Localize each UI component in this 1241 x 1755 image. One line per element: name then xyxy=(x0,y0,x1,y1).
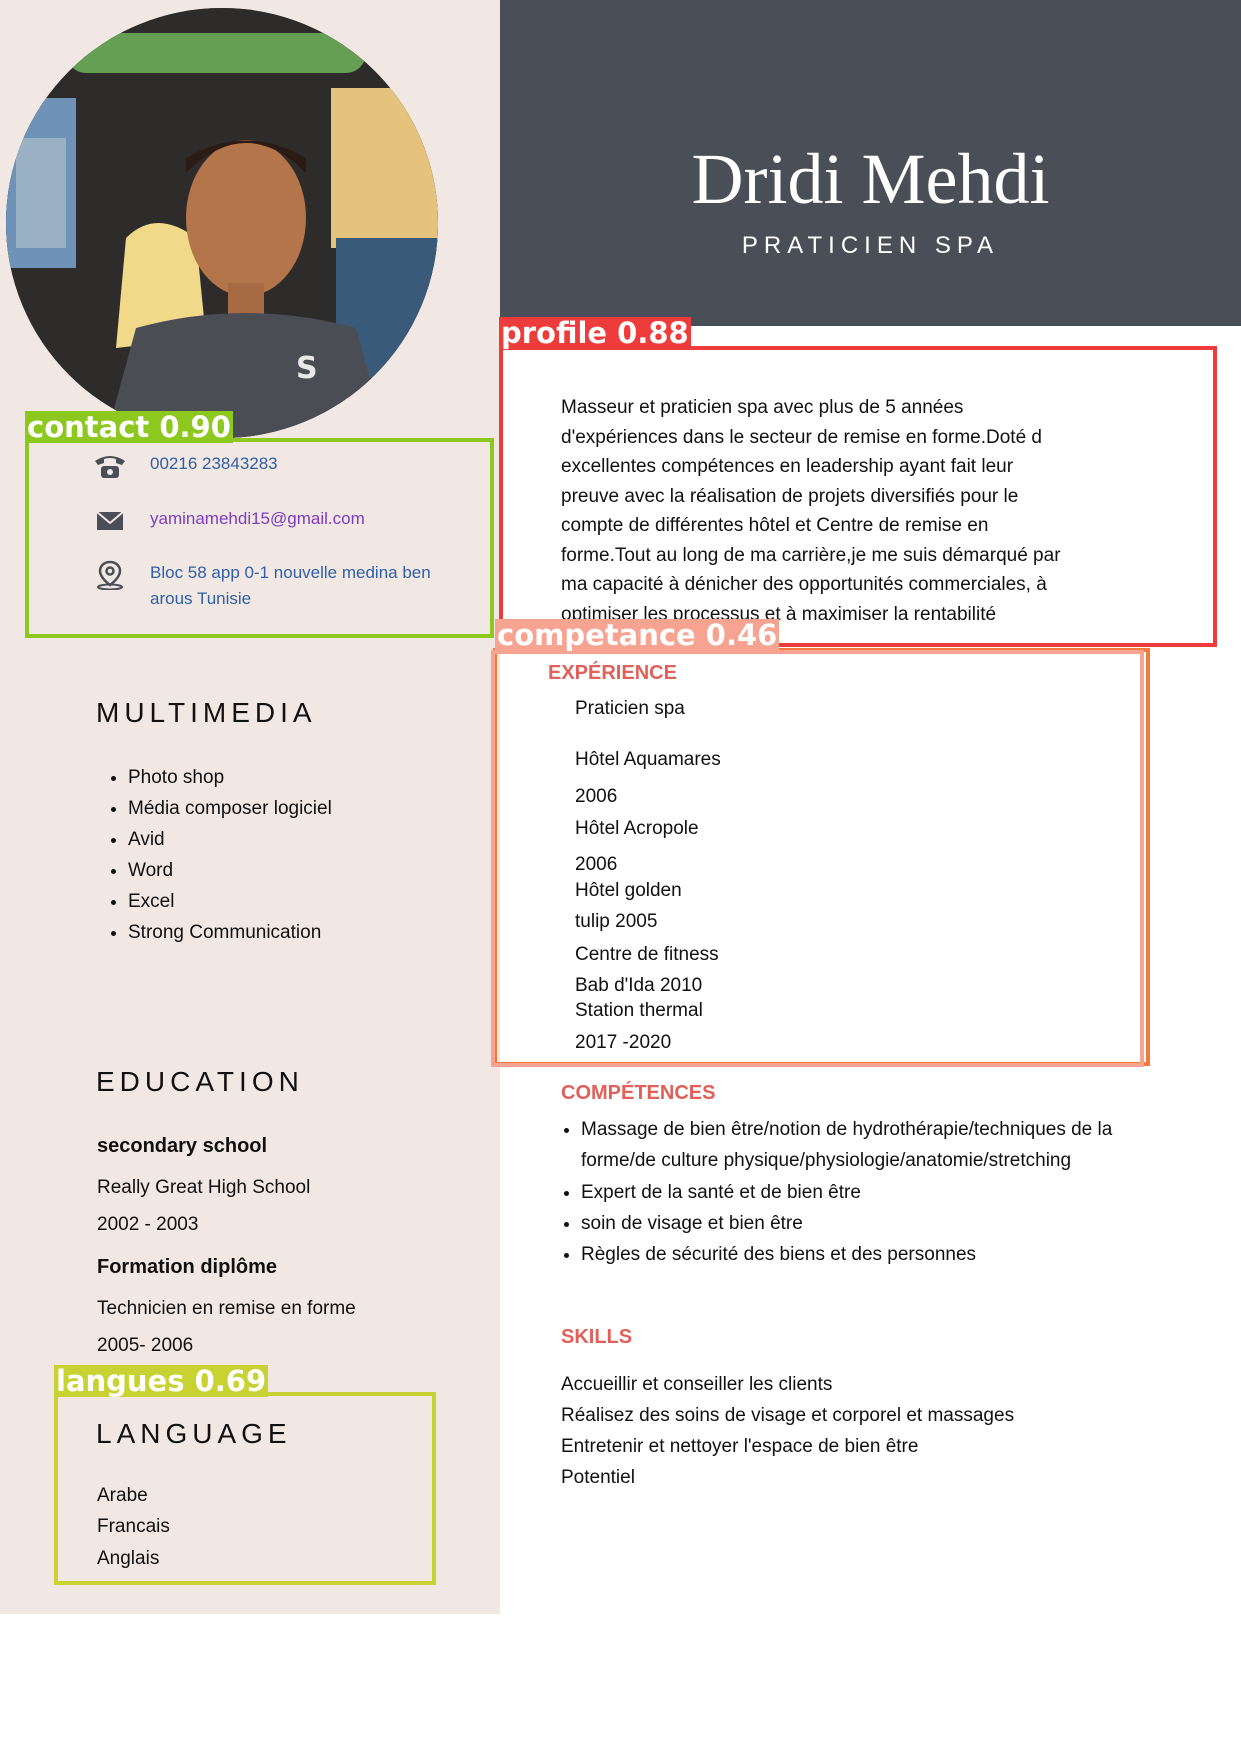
detection-box-contact xyxy=(25,438,494,638)
list-item: Excel xyxy=(128,886,332,917)
detection-label-contact: contact 0.90 xyxy=(25,410,233,444)
list-item: Word xyxy=(128,855,332,886)
education-school: Technicien en remise en forme xyxy=(97,1298,356,1319)
detection-label-langues: langues 0.69 xyxy=(54,1364,269,1398)
candidate-name: Dridi Mehdi xyxy=(691,139,1050,219)
list-item: Strong Communication xyxy=(128,917,332,948)
education-school: Really Great High School xyxy=(97,1177,311,1198)
skills-heading: SKILLS xyxy=(561,1326,633,1348)
education-years: 2005- 2006 xyxy=(97,1335,194,1356)
detection-box-competance xyxy=(491,650,1144,1067)
education-years: 2002 - 2003 xyxy=(97,1214,199,1235)
profile-photo: S xyxy=(6,8,438,438)
job-title: PRATICIEN SPA xyxy=(741,232,1000,259)
list-item: Photo shop xyxy=(128,762,332,793)
detection-box-profile xyxy=(499,346,1217,647)
list-item: Règles de sécurité des biens et des pers… xyxy=(581,1239,1141,1270)
skills-line: Potentiel xyxy=(561,1467,635,1488)
education-title: Formation diplôme xyxy=(97,1256,277,1278)
education-title: secondary school xyxy=(97,1135,268,1157)
list-item: soin de visage et bien être xyxy=(581,1208,1141,1239)
detection-box-langues xyxy=(54,1392,436,1585)
svg-text:S: S xyxy=(296,351,318,386)
list-item: Avid xyxy=(128,824,332,855)
competences-list: Massage de bien être/notion de hydrothér… xyxy=(561,1114,1141,1270)
list-item: Expert de la santé et de bien être xyxy=(581,1177,1141,1208)
list-item: Massage de bien être/notion de hydrothér… xyxy=(581,1114,1141,1177)
detection-label-profile: profile 0.88 xyxy=(499,316,691,350)
multimedia-heading: MULTIMEDIA xyxy=(96,697,317,728)
education-heading: EDUCATION xyxy=(96,1066,304,1097)
profile-photo-image: S xyxy=(6,8,438,438)
detection-label-competance: competance 0.46 xyxy=(495,618,780,652)
multimedia-list: Photo shop Média composer logiciel Avid … xyxy=(96,762,332,948)
skills-line: Accueillir et conseiller les clients xyxy=(561,1374,833,1395)
skills-line: Réalisez des soins de visage et corporel… xyxy=(561,1405,1015,1426)
skills-line: Entretenir et nettoyer l'espace de bien … xyxy=(561,1436,919,1457)
list-item: Média composer logiciel xyxy=(128,793,332,824)
competences-heading: COMPÉTENCES xyxy=(561,1082,716,1104)
